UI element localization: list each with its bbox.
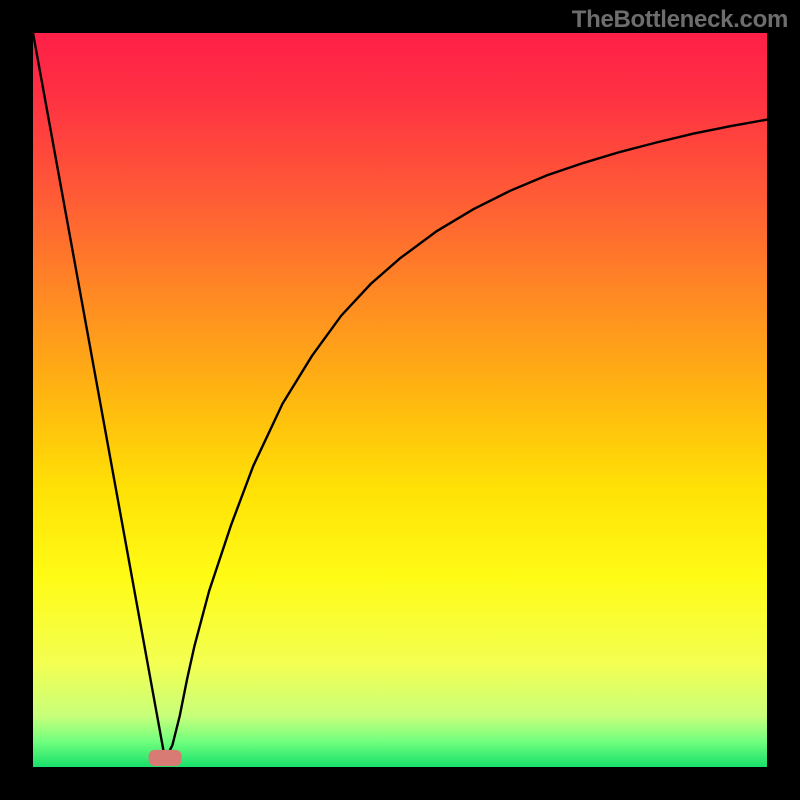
chart-frame: TheBottleneck.com bbox=[0, 0, 800, 800]
minimum-marker bbox=[149, 750, 182, 766]
watermark-text: TheBottleneck.com bbox=[572, 6, 788, 34]
plot-area bbox=[33, 33, 767, 767]
chart-svg bbox=[33, 33, 767, 767]
